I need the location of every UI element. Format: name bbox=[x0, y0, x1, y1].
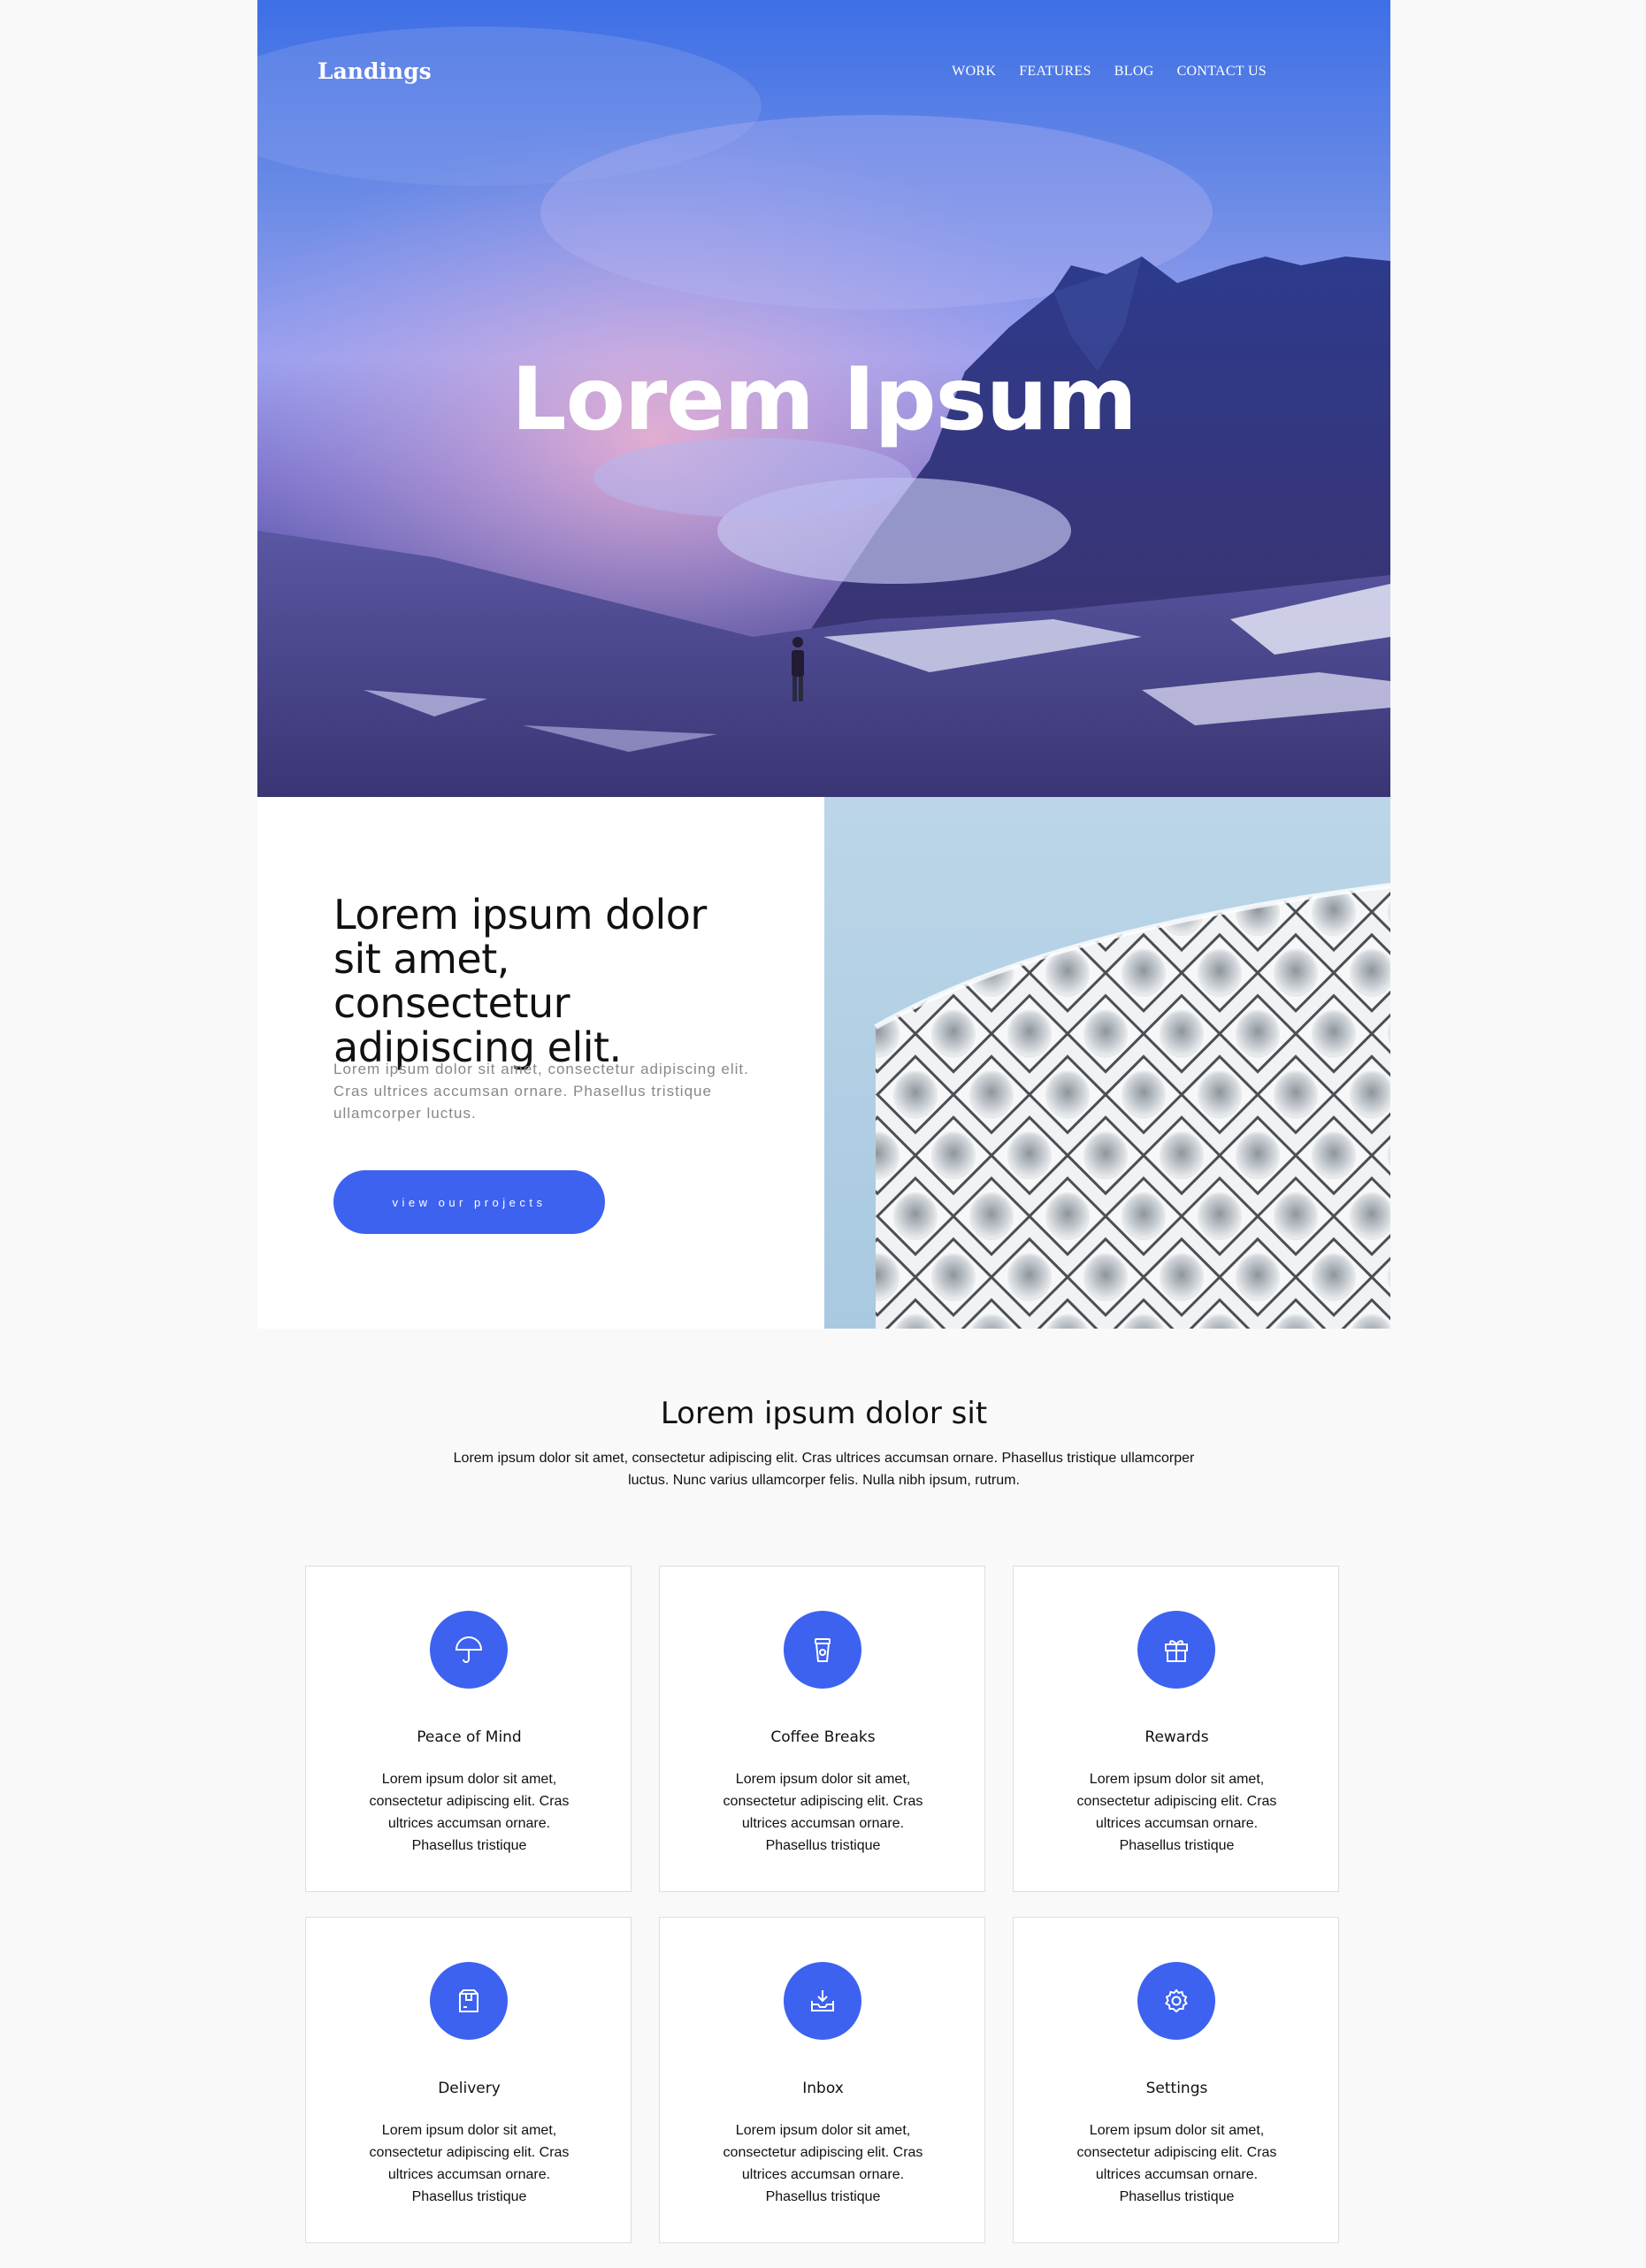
main-nav: WORK FEATURES BLOG CONTACT US bbox=[952, 64, 1267, 80]
gift-icon bbox=[1137, 1611, 1215, 1689]
intro-text-panel: Lorem ipsum dolor sit amet, consectetur … bbox=[257, 797, 824, 1329]
feature-card-text: Lorem ipsum dolor sit amet, consectetur … bbox=[1076, 2123, 1277, 2204]
nav-link-work[interactable]: WORK bbox=[952, 64, 996, 80]
hero-title: Lorem Ipsum bbox=[511, 349, 1137, 450]
inbox-icon bbox=[784, 1962, 861, 2040]
page: Landings WORK FEATURES BLOG CONTACT US L… bbox=[257, 0, 1390, 2268]
coffee-cup-icon bbox=[784, 1611, 861, 1689]
nav-link-features[interactable]: FEATURES bbox=[1019, 64, 1091, 80]
feature-card-inbox: Inbox Lorem ipsum dolor sit amet, consec… bbox=[659, 1917, 985, 2243]
intro-paragraph: Lorem ipsum dolor sit amet, consectetur … bbox=[333, 1061, 749, 1122]
umbrella-icon bbox=[430, 1611, 508, 1689]
feature-card-title: Coffee Breaks bbox=[770, 1728, 876, 1746]
intro-heading: Lorem ipsum dolor sit amet, consectetur … bbox=[333, 891, 707, 1071]
feature-card-rewards: Rewards Lorem ipsum dolor sit amet, cons… bbox=[1013, 1566, 1339, 1892]
feature-card-title: Delivery bbox=[438, 2080, 501, 2097]
features-title: Lorem ipsum dolor sit bbox=[660, 1396, 988, 1431]
feature-card-text: Lorem ipsum dolor sit amet, consectetur … bbox=[1076, 1772, 1277, 1853]
feature-card-coffee-breaks: Coffee Breaks Lorem ipsum dolor sit amet… bbox=[659, 1566, 985, 1892]
view-projects-button[interactable]: view our projects bbox=[333, 1170, 605, 1234]
gear-icon bbox=[1137, 1962, 1215, 2040]
features-subtitle: Lorem ipsum dolor sit amet, consectetur … bbox=[453, 1451, 1195, 1488]
feature-card-text: Lorem ipsum dolor sit amet, consectetur … bbox=[369, 2123, 570, 2204]
feature-card-title: Settings bbox=[1145, 2080, 1208, 2097]
nav-link-contact[interactable]: CONTACT US bbox=[1177, 64, 1267, 80]
feature-card-text: Lorem ipsum dolor sit amet, consectetur … bbox=[369, 1772, 570, 1853]
feature-card-settings: Settings Lorem ipsum dolor sit amet, con… bbox=[1013, 1917, 1339, 2243]
box-icon bbox=[430, 1962, 508, 2040]
feature-card-title: Peace of Mind bbox=[417, 1728, 522, 1746]
intro-section: Lorem ipsum dolor sit amet, consectetur … bbox=[257, 797, 1390, 1329]
feature-card-title: Inbox bbox=[802, 2080, 844, 2097]
feature-card-delivery: Delivery Lorem ipsum dolor sit amet, con… bbox=[305, 1917, 632, 2243]
feature-card-text: Lorem ipsum dolor sit amet, consectetur … bbox=[723, 2123, 923, 2204]
brand-logo[interactable]: Landings bbox=[318, 58, 432, 84]
nav-link-blog[interactable]: BLOG bbox=[1114, 64, 1154, 80]
feature-card-text: Lorem ipsum dolor sit amet, consectetur … bbox=[723, 1772, 923, 1853]
hero-section: Landings WORK FEATURES BLOG CONTACT US L… bbox=[257, 0, 1390, 797]
feature-card-peace-of-mind: Peace of Mind Lorem ipsum dolor sit amet… bbox=[305, 1566, 632, 1892]
building-illustration bbox=[874, 883, 1390, 1329]
building-image bbox=[824, 797, 1390, 1329]
feature-card-title: Rewards bbox=[1145, 1728, 1209, 1746]
